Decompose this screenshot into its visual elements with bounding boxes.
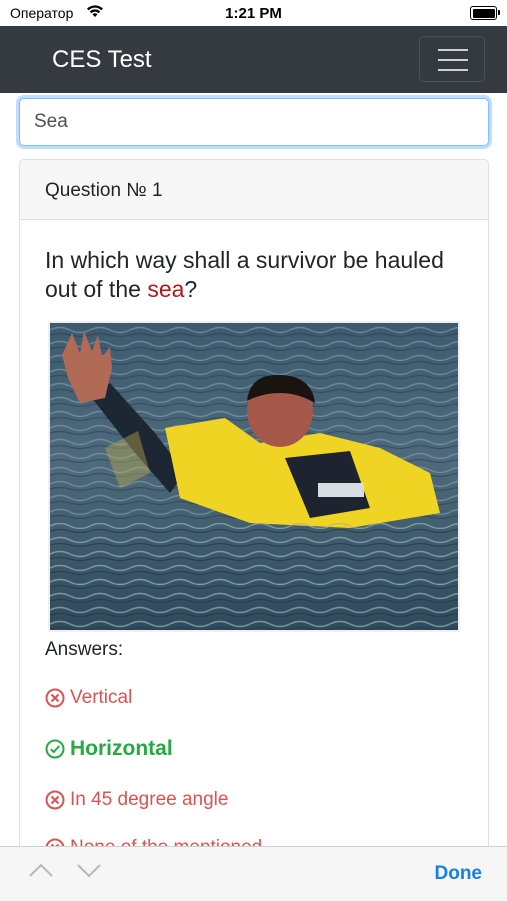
- correct-answer-icon: [45, 739, 65, 759]
- chevron-up-icon[interactable]: [28, 861, 54, 884]
- wrong-answer-icon: [45, 790, 65, 810]
- done-button[interactable]: Done: [435, 863, 483, 885]
- battery-icon: [470, 6, 500, 20]
- question-text: In which way shall a survivor be hauled …: [45, 247, 444, 302]
- search-input[interactable]: [19, 98, 489, 146]
- keyboard-accessory-bar: Done: [0, 846, 507, 901]
- question-image: [48, 321, 460, 632]
- menu-toggle-button[interactable]: [419, 36, 485, 82]
- hamburger-icon: [438, 49, 468, 51]
- answer-item: Vertical: [45, 687, 132, 709]
- question-card: Question № 1 In which way shall a surviv…: [19, 159, 489, 879]
- question-number: Question № 1: [20, 160, 488, 220]
- answers-heading: Answers:: [45, 639, 124, 660]
- answer-item-correct: Horizontal: [45, 737, 173, 761]
- clock: 1:21 PM: [225, 5, 282, 22]
- answer-item: In 45 degree angle: [45, 789, 228, 811]
- wrong-answer-icon: [45, 688, 65, 708]
- navbar: CES Test: [0, 26, 507, 93]
- answer-label: In 45 degree angle: [70, 789, 229, 810]
- status-bar: Оператор 1:21 PM: [0, 0, 507, 26]
- answer-label: Vertical: [70, 687, 133, 708]
- search-highlight: sea: [147, 276, 185, 302]
- chevron-down-icon[interactable]: [76, 861, 102, 884]
- app-title[interactable]: CES Test: [52, 46, 152, 74]
- answer-label: Horizontal: [70, 737, 173, 760]
